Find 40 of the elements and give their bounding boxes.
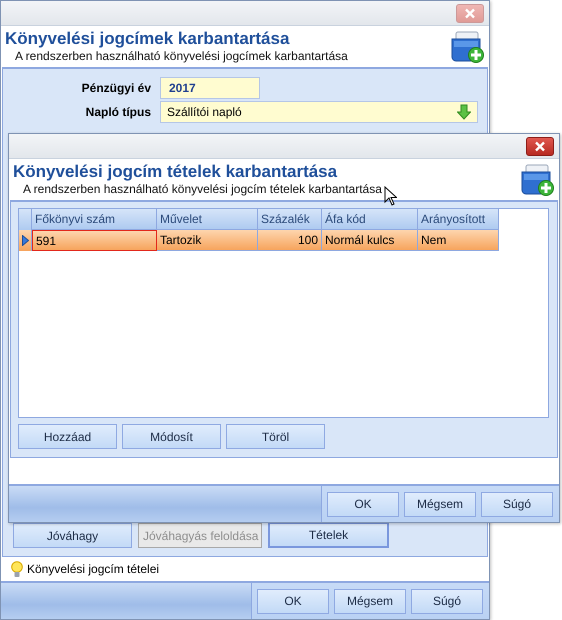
dialog-button[interactable]: OK [257,588,329,614]
folder-add-icon [450,29,484,63]
column-header[interactable]: Arányosított [418,209,499,230]
column-header[interactable]: Százalék [258,209,322,230]
column-header[interactable]: Művelet [157,209,258,230]
table-cell[interactable]: Tartozik [157,230,258,251]
action-button[interactable]: Jóváhagy [13,523,132,548]
row-pointer-icon [22,235,28,246]
down-arrow-icon[interactable] [457,104,471,120]
field-label: Napló típus [84,105,152,119]
table-cell[interactable]: 100 [258,230,322,251]
column-header[interactable]: Áfa kód [322,209,418,230]
row-selector[interactable] [19,230,32,251]
window-title: Könyvelési jogcím tételek karbantartása [13,162,338,182]
window-subtitle: A rendszerben használható könyvelési jogcím tételek karbantartása [23,182,382,197]
dialog-button[interactable]: Mégsem [404,492,476,516]
lightbulb-icon [11,560,23,578]
field-label: Pénzügyi év [80,81,152,95]
close-icon [464,8,476,18]
status-text: Könyvelési jogcím tételei [27,562,160,576]
column-header[interactable]: Főkönyvi szám [32,209,157,230]
dropdown-field[interactable]: Szállítói napló [160,101,478,123]
action-button[interactable]: Hozzáad [18,424,117,450]
mouse-pointer-icon [384,186,397,206]
close-icon [534,140,546,152]
window-title: Könyvelési jogcímek karbantartása [5,29,290,49]
action-button[interactable]: Módosít [122,424,221,450]
window-subtitle: A rendszerben használható könyvelési jogcímek karbantartása [15,49,348,64]
table-cell[interactable]: Normál kulcs [322,230,418,251]
close-button[interactable] [526,136,554,156]
input-field[interactable]: 2017 [160,77,260,99]
dialog-button[interactable]: Súgó [481,492,553,516]
table-cell[interactable]: Nem [418,230,499,251]
dialog-button[interactable]: Mégsem [334,588,406,614]
dialog-button[interactable]: Súgó [411,588,483,614]
dialog-button[interactable]: OK [327,492,399,516]
action-button[interactable]: Töröl [226,424,325,450]
folder-add-icon [520,162,554,196]
table-cell[interactable]: 591 [32,230,157,251]
action-button[interactable]: Tételek [268,523,389,548]
